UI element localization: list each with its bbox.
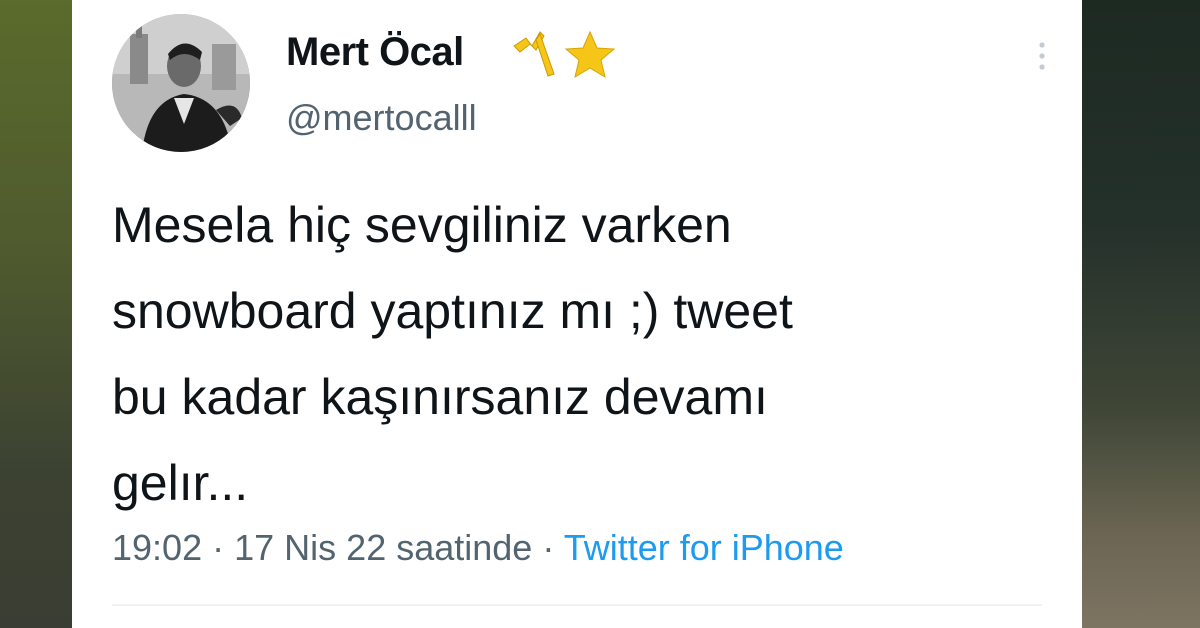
- tweet-meta: 19:02 · 17 Nis 22 saatinde · Twitter for…: [112, 527, 844, 569]
- meta-separator: ·: [542, 527, 555, 568]
- avatar[interactable]: [112, 14, 250, 152]
- tweet-card[interactable]: Mert Öcal @mertocalll Mesela hiç sevgili…: [72, 0, 1082, 628]
- author-badges: [510, 24, 620, 84]
- background-left-edge: [0, 0, 72, 628]
- tweet-date[interactable]: 17 Nis 22 saatinde: [234, 527, 532, 568]
- author-handle[interactable]: @mertocalll: [286, 97, 477, 139]
- meta-separator: ·: [212, 527, 225, 568]
- divider: [112, 604, 1042, 606]
- tweet-source-link[interactable]: Twitter for iPhone: [564, 527, 844, 568]
- star-emoji-icon: [564, 30, 616, 79]
- author-name[interactable]: Mert Öcal: [286, 30, 464, 75]
- more-options-icon[interactable]: [1034, 40, 1050, 72]
- tweet-text: Mesela hiç sevgiliniz varken snowboard y…: [112, 197, 793, 511]
- background-right-edge: [1082, 0, 1200, 628]
- bolt-emoji-icon: [513, 31, 555, 77]
- avatar-photo: [112, 14, 250, 152]
- tweet-time[interactable]: 19:02: [112, 527, 202, 568]
